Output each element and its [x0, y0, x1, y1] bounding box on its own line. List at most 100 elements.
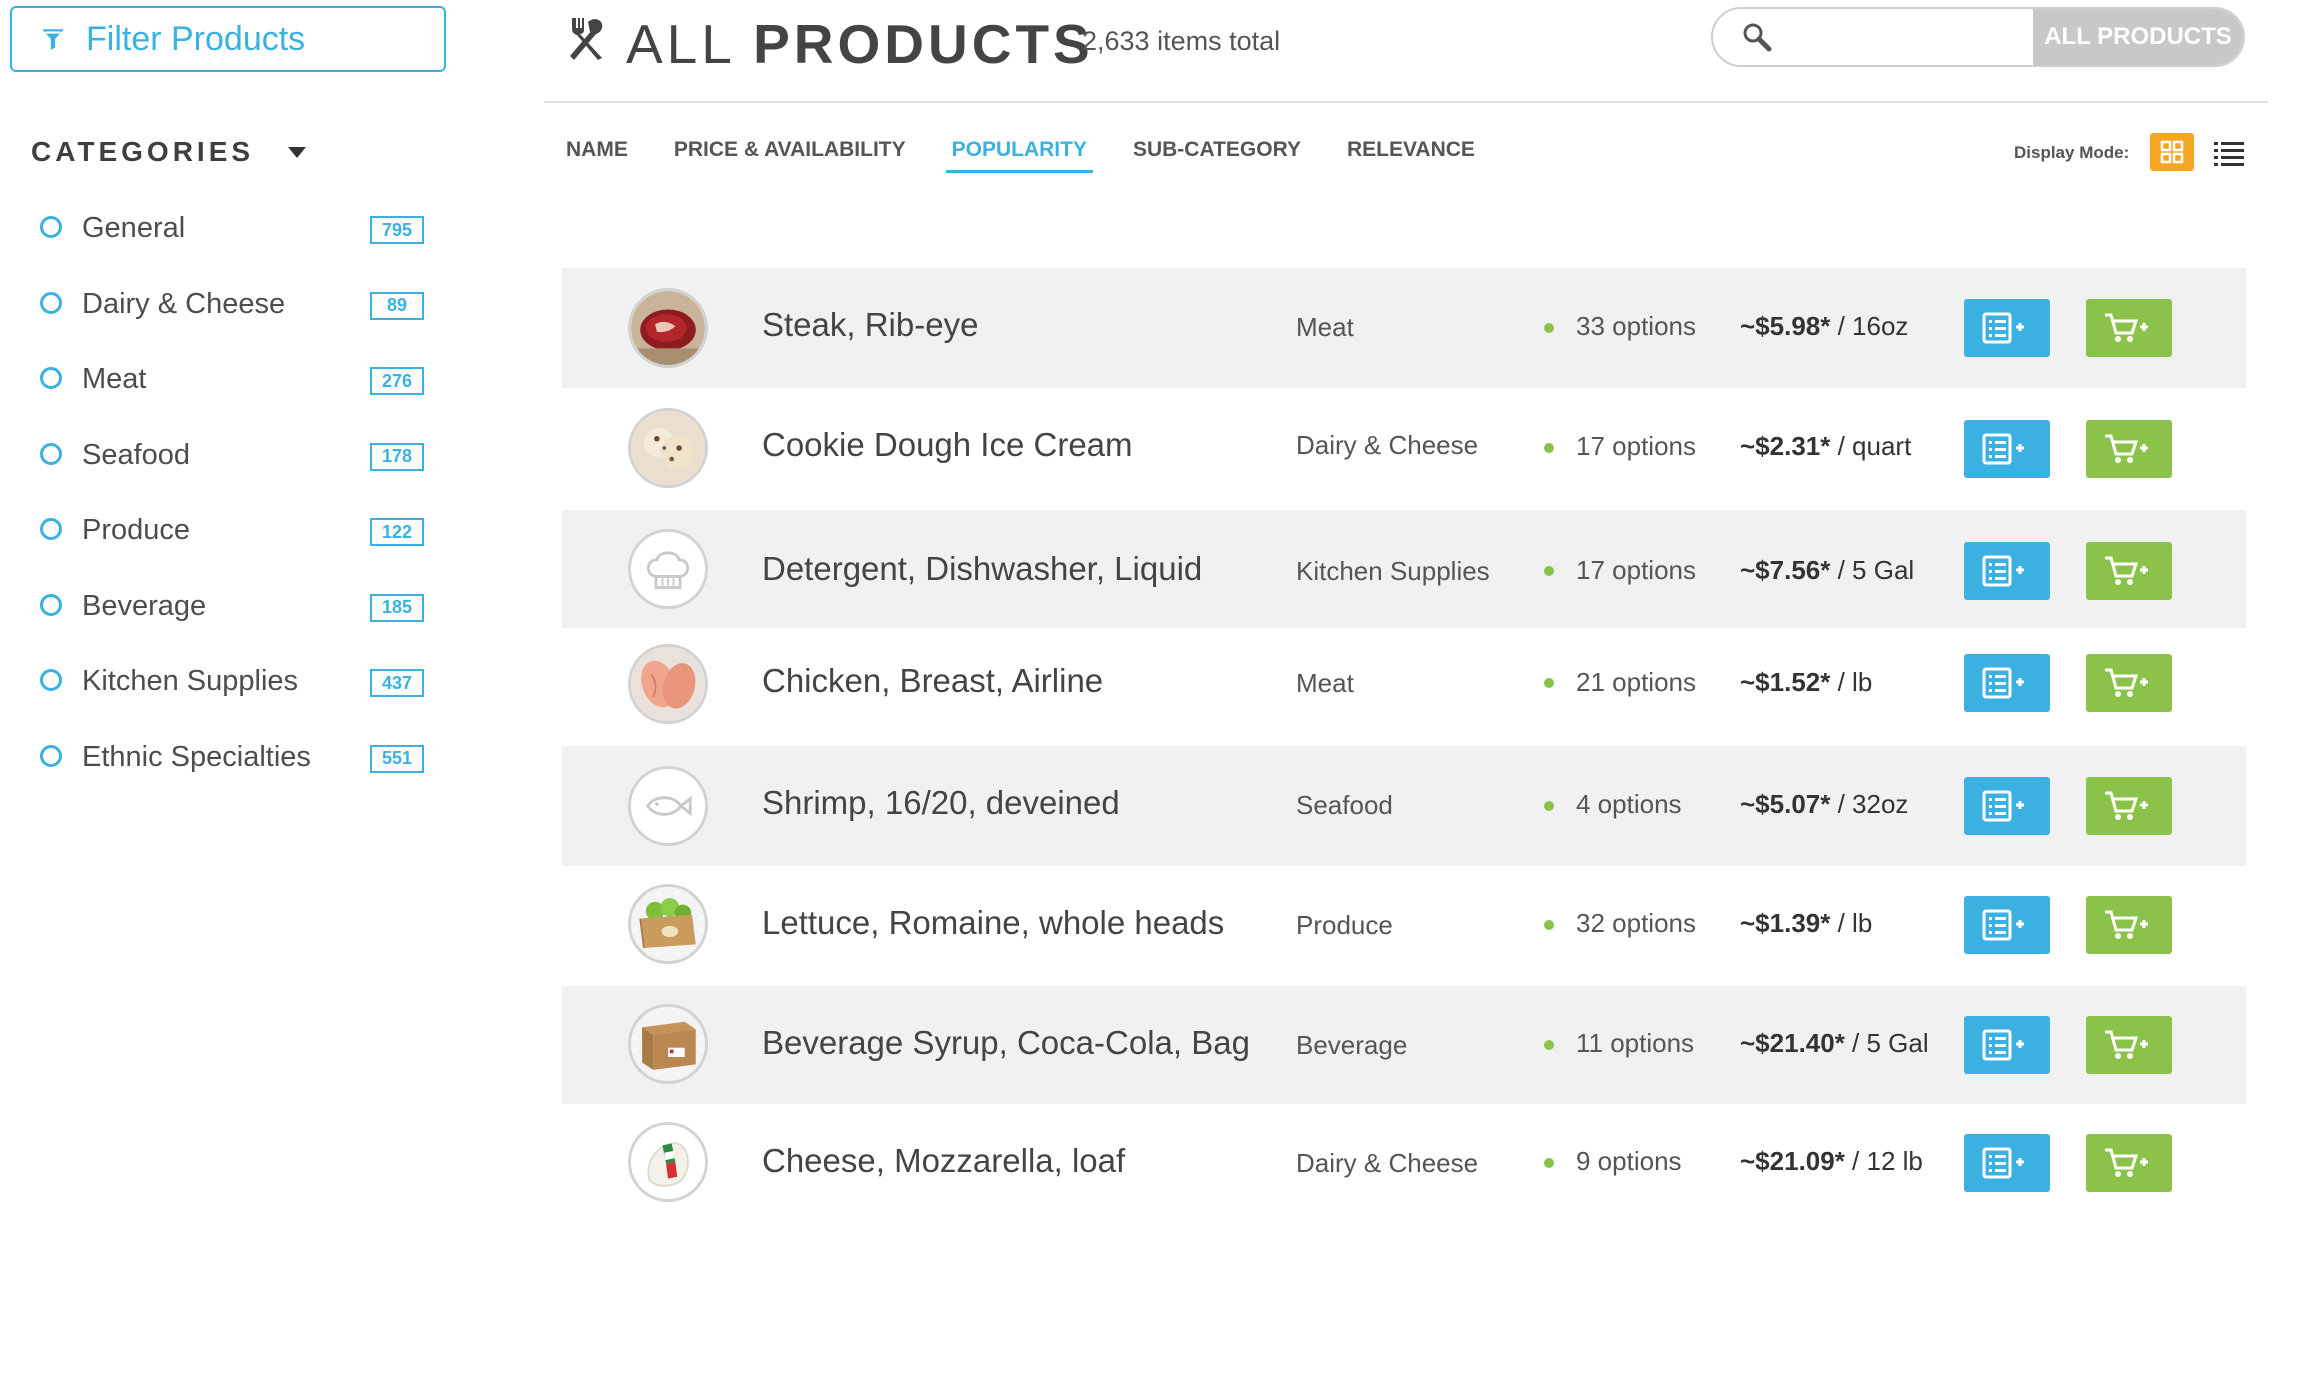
product-row[interactable]: Chicken, Breast, Airline Meat 21 options…	[562, 628, 2246, 746]
availability-dot	[1544, 801, 1554, 811]
product-price: ~$21.40* / 5 Gal	[1740, 1028, 1929, 1059]
category-item-general[interactable]: General 795	[40, 204, 440, 280]
product-name[interactable]: Detergent, Dishwasher, Liquid	[762, 550, 1202, 588]
category-item-dairy-cheese[interactable]: Dairy & Cheese 89	[40, 280, 440, 356]
radio-button[interactable]	[40, 518, 62, 540]
radio-button[interactable]	[40, 291, 62, 314]
add-to-list-button[interactable]	[1964, 896, 2050, 954]
radio-button[interactable]	[40, 669, 62, 691]
product-category: Dairy & Cheese	[1296, 430, 1479, 460]
add-to-list-button[interactable]	[1964, 1134, 2050, 1192]
product-price: ~$7.56* / 5 Gal	[1740, 555, 1914, 586]
categories-toggle[interactable]: CATEGORIES	[31, 136, 307, 168]
add-to-cart-button[interactable]	[2086, 896, 2172, 954]
product-name[interactable]: Lettuce, Romaine, whole heads	[762, 904, 1224, 942]
availability-dot	[1544, 1040, 1554, 1050]
add-to-list-icon	[1982, 312, 2024, 344]
add-to-cart-icon	[2105, 668, 2148, 697]
product-name[interactable]: Cheese, Mozzarella, loaf	[762, 1142, 1125, 1180]
add-to-list-button[interactable]	[1964, 1016, 2050, 1074]
add-to-list-button[interactable]	[1964, 542, 2050, 600]
radio-button[interactable]	[40, 367, 62, 389]
product-options[interactable]: 17 options	[1576, 555, 1696, 586]
add-to-list-icon	[1982, 433, 2024, 465]
category-count-badge: 276	[370, 367, 424, 395]
category-item-produce[interactable]: Produce 122	[40, 506, 440, 582]
add-to-list-button[interactable]	[1964, 420, 2050, 478]
product-row[interactable]: Lettuce, Romaine, whole heads Produce 32…	[562, 866, 2246, 986]
chef-hat-icon	[631, 532, 705, 606]
price-value: ~$2.31*	[1740, 431, 1831, 461]
product-row[interactable]: Steak, Rib-eye Meat 33 options ~$5.98* /…	[562, 268, 2246, 388]
categories-title: CATEGORIES	[31, 136, 255, 167]
category-item-seafood[interactable]: Seafood 178	[40, 431, 440, 507]
product-name[interactable]: Chicken, Breast, Airline	[762, 662, 1103, 700]
add-to-cart-button[interactable]	[2086, 777, 2172, 835]
add-to-cart-button[interactable]	[2086, 1134, 2172, 1192]
category-count-badge: 185	[370, 593, 424, 622]
product-options[interactable]: 9 options	[1576, 1146, 1682, 1177]
product-row[interactable]: Shrimp, 16/20, deveined Seafood 4 option…	[562, 746, 2246, 866]
price-value: ~$21.40*	[1740, 1028, 1845, 1058]
search-scope-button[interactable]: ALL PRODUCTS	[2033, 9, 2243, 65]
product-options[interactable]: 4 options	[1576, 789, 1682, 820]
chicken-photo	[631, 647, 705, 721]
tab-relevance[interactable]: RELEVANCE	[1341, 136, 1481, 173]
add-to-cart-button[interactable]	[2086, 420, 2172, 478]
product-options[interactable]: 11 options	[1576, 1028, 1694, 1059]
tab-popularity[interactable]: POPULARITY	[945, 136, 1093, 173]
price-unit: / lb	[1830, 667, 1873, 697]
filter-products-label: Filter Products	[86, 19, 306, 58]
price-unit: / 5 Gal	[1844, 1028, 1929, 1058]
tab-sub-category[interactable]: SUB-CATEGORY	[1127, 136, 1307, 173]
display-mode-label: Display Mode:	[2014, 143, 2130, 162]
product-thumbnail	[628, 1122, 708, 1202]
product-row[interactable]: Detergent, Dishwasher, Liquid Kitchen Su…	[562, 510, 2246, 628]
add-to-cart-button[interactable]	[2086, 1016, 2172, 1074]
product-name[interactable]: Shrimp, 16/20, deveined	[762, 784, 1120, 822]
product-category: Produce	[1296, 910, 1393, 940]
search-input[interactable]	[1787, 9, 2027, 65]
add-to-cart-button[interactable]	[2086, 542, 2172, 600]
radio-button[interactable]	[40, 442, 62, 465]
ice-cream-photo	[631, 411, 705, 485]
add-to-cart-button[interactable]	[2086, 654, 2172, 712]
add-to-list-button[interactable]	[1964, 777, 2050, 835]
availability-dot	[1544, 1158, 1554, 1168]
product-row[interactable]: Cookie Dough Ice Cream Dairy & Cheese 17…	[562, 388, 2246, 510]
product-category: Seafood	[1296, 790, 1393, 820]
add-to-cart-icon	[2105, 910, 2148, 939]
filter-products-button[interactable]: Filter Products	[10, 6, 446, 72]
category-list: General 795 Dairy & Cheese 89 Meat 276 S…	[40, 204, 440, 808]
radio-button[interactable]	[40, 216, 62, 238]
price-unit: / 12 lb	[1844, 1146, 1923, 1176]
radio-button[interactable]	[40, 744, 62, 767]
product-thumbnail	[628, 288, 708, 368]
category-label: Beverage	[82, 589, 207, 622]
funnel-icon	[42, 29, 64, 50]
category-item-kitchen-supplies[interactable]: Kitchen Supplies 437	[40, 657, 440, 733]
availability-dot	[1544, 443, 1554, 453]
price-value: ~$5.98*	[1740, 311, 1831, 341]
product-options[interactable]: 32 options	[1576, 908, 1696, 939]
product-name[interactable]: Beverage Syrup, Coca-Cola, Bag	[762, 1024, 1250, 1062]
product-row[interactable]: Beverage Syrup, Coca-Cola, Bag Beverage …	[562, 986, 2246, 1104]
category-item-ethnic-specialties[interactable]: Ethnic Specialties 551	[40, 733, 440, 809]
add-to-cart-button[interactable]	[2086, 299, 2172, 357]
radio-button[interactable]	[40, 593, 62, 616]
add-to-list-button[interactable]	[1964, 654, 2050, 712]
product-options[interactable]: 33 options	[1576, 311, 1696, 342]
add-to-list-button[interactable]	[1964, 299, 2050, 357]
add-to-list-icon	[1982, 790, 2024, 822]
product-options[interactable]: 17 options	[1576, 431, 1696, 462]
tab-price-availability[interactable]: PRICE & AVAILABILITY	[668, 136, 912, 173]
category-item-meat[interactable]: Meat 276	[40, 355, 440, 431]
list-view-button[interactable]	[2214, 139, 2244, 167]
product-options[interactable]: 21 options	[1576, 667, 1696, 698]
grid-view-button[interactable]	[2150, 133, 2194, 171]
tab-name[interactable]: NAME	[560, 136, 634, 173]
product-name[interactable]: Cookie Dough Ice Cream	[762, 426, 1133, 464]
product-row[interactable]: Cheese, Mozzarella, loaf Dairy & Cheese …	[562, 1104, 2246, 1224]
category-item-beverage[interactable]: Beverage 185	[40, 582, 440, 658]
product-name[interactable]: Steak, Rib-eye	[762, 306, 978, 344]
